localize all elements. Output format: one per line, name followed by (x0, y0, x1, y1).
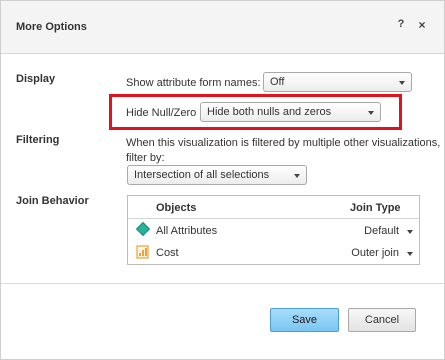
join-behavior-section-label: Join Behavior (16, 195, 89, 207)
chevron-down-icon (399, 81, 405, 85)
attribute-form-names-value: Off (270, 76, 285, 88)
attribute-form-names-label: Show attribute form names: (126, 77, 261, 89)
filtering-description-line1: When this visualization is filtered by m… (126, 137, 441, 149)
display-section-label: Display (16, 73, 56, 85)
filtering-description-line2: filter by: (126, 152, 165, 164)
highlight-box (109, 94, 402, 130)
row-object-name: Cost (156, 247, 179, 259)
attribute-diamond-icon (135, 221, 151, 237)
row-join-type: Outer join (351, 247, 399, 259)
help-icon[interactable]: ? (394, 18, 408, 34)
column-header-join-type: Join Type (350, 202, 401, 214)
metric-icon (136, 245, 149, 259)
filter-by-value: Intersection of all selections (134, 169, 270, 181)
footer-divider (1, 283, 444, 284)
dialog-titlebar: More Options ? × (1, 1, 444, 54)
close-icon[interactable]: × (415, 18, 429, 34)
dialog-title: More Options (16, 21, 87, 33)
table-header: Objects Join Type (128, 196, 419, 219)
table-row[interactable]: All Attributes Default (128, 220, 419, 242)
chevron-down-icon[interactable] (407, 252, 413, 256)
chevron-down-icon (294, 174, 300, 178)
chevron-down-icon[interactable] (407, 230, 413, 234)
row-join-type: Default (364, 225, 399, 237)
filter-by-select[interactable]: Intersection of all selections (127, 165, 307, 185)
attribute-form-names-select[interactable]: Off (263, 72, 412, 92)
table-row[interactable]: Cost Outer join (128, 242, 419, 264)
cancel-button[interactable]: Cancel (348, 308, 416, 332)
save-button[interactable]: Save (270, 308, 339, 332)
column-header-objects: Objects (156, 202, 197, 214)
more-options-dialog: More Options ? × Display Show attribute … (0, 0, 445, 360)
join-behavior-table: Objects Join Type All Attributes Default… (127, 195, 420, 265)
filtering-section-label: Filtering (16, 134, 60, 146)
row-object-name: All Attributes (156, 225, 218, 237)
